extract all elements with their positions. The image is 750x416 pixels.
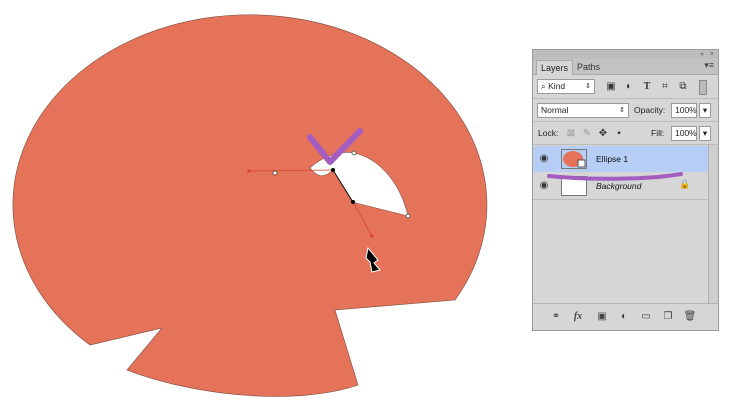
blend-row: Normal ⇕ Opacity: 100% ▾ (533, 99, 718, 122)
panel-title-bar[interactable]: « × (533, 50, 718, 59)
new-group-icon[interactable]: ▭ (639, 310, 653, 324)
add-mask-icon[interactable]: ▣ (595, 310, 609, 324)
lock-row: Lock: ⊠ ✎ ✥ ▪ Fill: 100% ▾ (533, 122, 718, 145)
blend-mode-value: Normal (541, 105, 569, 115)
anchor-point[interactable] (351, 200, 355, 204)
opacity-label: Opacity: (634, 105, 666, 115)
blend-mode-select[interactable]: Normal ⇕ (537, 103, 629, 118)
adjustment-filter-icon[interactable]: ◐ (623, 81, 635, 93)
collapse-icon[interactable]: « (700, 50, 704, 59)
shape-filter-icon[interactable]: ⌗ (659, 81, 671, 93)
anchor-point[interactable] (247, 169, 251, 173)
fill-stepper[interactable]: ▾ (699, 126, 711, 141)
lock-image-pixels-icon[interactable]: ✎ (581, 128, 593, 140)
anchor-point[interactable] (351, 150, 357, 156)
lock-transparent-pixels-icon[interactable]: ⊠ (565, 128, 577, 140)
scrollbar[interactable] (708, 145, 718, 307)
filter-toggle-icon[interactable] (699, 80, 707, 95)
shape-thumbnail-icon (563, 151, 586, 168)
close-icon[interactable]: × (710, 50, 714, 59)
filter-row: ⌕ Kind ⇕ ▣ ◐ T ⌗ ⧉ (533, 76, 718, 99)
fill-input[interactable]: 100% (671, 126, 697, 141)
opacity-stepper[interactable]: ▾ (699, 103, 711, 118)
select-arrows-icon: ⇕ (585, 83, 591, 90)
visibility-eye-icon[interactable]: ◉ (537, 179, 551, 193)
anchor-point[interactable] (331, 168, 335, 172)
link-layers-icon[interactable]: ⚭ (549, 310, 563, 324)
image-filter-icon[interactable]: ▣ (605, 81, 617, 93)
adjustment-layer-icon[interactable]: ◐ (617, 310, 631, 324)
tab-layers[interactable]: Layers (536, 60, 574, 75)
select-arrows-icon: ⇕ (619, 107, 625, 114)
smart-object-filter-icon[interactable]: ⧉ (677, 81, 689, 93)
tab-paths[interactable]: Paths (573, 60, 604, 74)
fill-label: Fill: (651, 128, 665, 138)
layer-thumbnail[interactable] (561, 149, 587, 169)
anchor-point[interactable] (370, 234, 374, 238)
opacity-input[interactable]: 100% (671, 103, 697, 118)
underline-annotation (547, 172, 683, 181)
ellipse-shape[interactable] (12, 14, 488, 397)
panel-menu-icon[interactable]: ▾≡ (704, 60, 714, 71)
canvas-artwork[interactable] (0, 0, 520, 416)
kind-filter-select[interactable]: ⌕ Kind ⇕ (537, 79, 595, 94)
new-layer-icon[interactable]: ❐ (661, 310, 675, 324)
anchor-point[interactable] (405, 213, 411, 219)
lock-all-icon[interactable]: ▪ (613, 128, 625, 140)
search-icon: ⌕ (541, 81, 546, 91)
panel-tab-bar: Layers Paths ▾≡ (533, 59, 718, 75)
panel-footer: ⚭ fx ▣ ◐ ▭ ❐ 🗑 (533, 303, 718, 330)
fx-icon[interactable]: fx (571, 310, 585, 324)
anchor-point[interactable] (272, 170, 278, 176)
lock-position-icon[interactable]: ✥ (597, 128, 609, 140)
layers-panel: « × Layers Paths ▾≡ ⌕ Kind ⇕ ▣ ◐ T ⌗ ⧉ N… (532, 49, 719, 331)
visibility-eye-icon[interactable]: ◉ (537, 152, 551, 166)
kind-label: Kind (548, 81, 566, 91)
lock-label: Lock: (538, 128, 559, 138)
type-filter-icon[interactable]: T (641, 81, 653, 93)
delete-layer-icon[interactable]: 🗑 (683, 310, 697, 324)
